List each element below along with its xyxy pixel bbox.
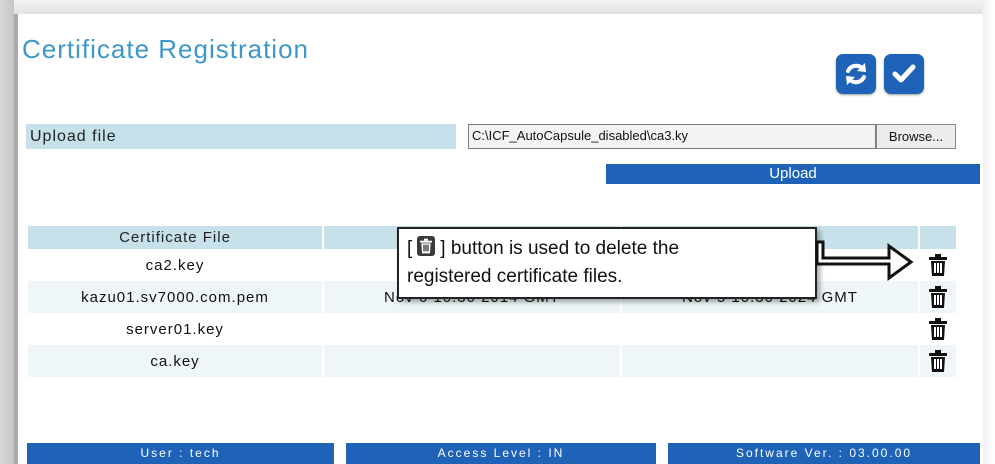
table-row: ca.key — [28, 345, 956, 377]
annotation-callout: [ ] button is used to delete the registe… — [397, 227, 817, 299]
refresh-icon — [846, 63, 866, 85]
cell-end — [622, 313, 918, 345]
status-user: User : tech — [27, 443, 334, 464]
page-title: Certificate Registration — [22, 34, 309, 64]
delete-button[interactable] — [920, 345, 956, 377]
refresh-button[interactable] — [836, 54, 876, 94]
check-icon — [892, 64, 916, 83]
status-software-version: Software Ver. : 03.00.00 — [668, 443, 980, 464]
upload-file-label: Upload file — [26, 124, 456, 149]
cell-file: ca2.key — [28, 249, 322, 281]
arrow-icon — [815, 240, 914, 281]
cell-file: kazu01.sv7000.com.pem — [28, 281, 322, 313]
delete-button[interactable] — [920, 249, 956, 281]
column-header-file: Certificate File — [28, 226, 322, 249]
callout-bracket: [ — [407, 238, 413, 259]
window-frame-left — [0, 0, 14, 464]
delete-button[interactable] — [920, 281, 956, 313]
cell-file: server01.key — [28, 313, 322, 345]
browse-button[interactable]: Browse... — [876, 124, 956, 149]
file-path-input[interactable]: C:\ICF_AutoCapsule_disabled\ca3.ky — [468, 124, 876, 149]
upload-button[interactable]: Upload — [606, 164, 980, 184]
trash-icon — [929, 254, 947, 276]
status-access-level: Access Level : IN — [346, 443, 656, 464]
cell-end — [622, 345, 918, 377]
table-row: server01.key — [28, 313, 956, 345]
cell-start — [324, 313, 620, 345]
trash-icon — [929, 286, 947, 308]
callout-line2: registered certificate files. — [407, 266, 623, 287]
trash-icon — [929, 350, 947, 372]
window-frame-edge — [14, 14, 18, 464]
window-frame-top — [0, 0, 995, 14]
column-header-delete — [920, 226, 956, 249]
delete-button[interactable] — [920, 313, 956, 345]
trash-icon — [417, 236, 436, 256]
trash-icon — [929, 318, 947, 340]
cell-file: ca.key — [28, 345, 322, 377]
confirm-button[interactable] — [884, 54, 924, 94]
window-frame-right — [983, 0, 995, 464]
cell-start — [324, 345, 620, 377]
callout-line1: ] button is used to delete the — [440, 238, 680, 259]
